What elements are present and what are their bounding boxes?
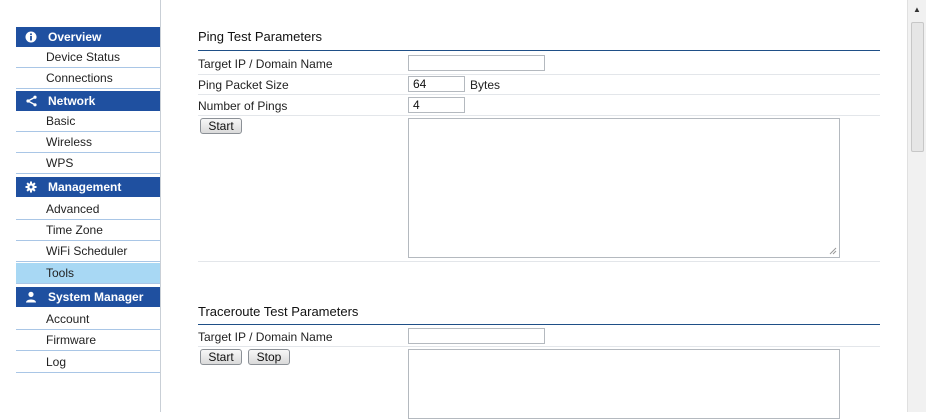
- ping-start-button[interactable]: Start: [200, 118, 242, 134]
- section-divider: [198, 50, 880, 51]
- ping-target-label: Target IP / Domain Name: [198, 57, 333, 71]
- sidebar-item-label: Account: [46, 312, 90, 326]
- sidebar-item-wps[interactable]: WPS: [16, 153, 160, 174]
- ping-size-unit: Bytes: [470, 78, 501, 92]
- ping-count-label: Number of Pings: [198, 99, 288, 113]
- sidebar-item-connections[interactable]: Connections: [16, 68, 160, 89]
- ping-size-label: Ping Packet Size: [198, 78, 289, 92]
- scroll-up-arrow-icon[interactable]: ▲: [908, 0, 926, 18]
- sidebar-item-log[interactable]: Log: [16, 352, 160, 373]
- sidebar-section-overview[interactable]: Overview: [16, 27, 160, 47]
- vertical-scrollbar[interactable]: ▲: [907, 0, 926, 412]
- sidebar-nav: Overview Device Status Connections Netwo…: [0, 0, 161, 412]
- ping-size-input[interactable]: [408, 76, 465, 92]
- sidebar-item-tools[interactable]: Tools: [16, 263, 160, 284]
- gear-icon: [20, 181, 42, 193]
- sidebar-item-label: Connections: [46, 71, 113, 85]
- sidebar-item-label: Wireless: [46, 135, 93, 149]
- main-content: Ping Test Parameters Target IP / Domain …: [160, 0, 908, 419]
- traceroute-target-label: Target IP / Domain Name: [198, 330, 333, 344]
- sidebar-item-label: Basic: [46, 114, 76, 128]
- sidebar-section-network[interactable]: Network: [16, 91, 160, 111]
- sidebar-section-label: Overview: [48, 30, 102, 44]
- resize-grip-icon[interactable]: [829, 247, 837, 255]
- sidebar-item-label: Advanced: [46, 202, 100, 216]
- sidebar-item-label: Firmware: [46, 333, 96, 347]
- sidebar-item-label: Time Zone: [46, 223, 103, 237]
- sidebar-item-label: Tools: [46, 266, 75, 280]
- traceroute-start-button[interactable]: Start: [200, 349, 242, 365]
- sidebar-section-label: Network: [48, 94, 96, 108]
- sidebar-item-label: WiFi Scheduler: [46, 244, 128, 258]
- ping-count-input[interactable]: [408, 97, 465, 113]
- sidebar-section-label: System Manager: [48, 290, 144, 304]
- row-divider: [198, 261, 880, 262]
- sidebar-item-account[interactable]: Account: [16, 309, 160, 330]
- info-icon: [20, 31, 42, 43]
- ping-target-input[interactable]: [408, 55, 545, 71]
- traceroute-output-textarea[interactable]: [408, 349, 840, 419]
- sidebar-item-time-zone[interactable]: Time Zone: [16, 220, 160, 241]
- share-icon: [20, 95, 42, 107]
- row-divider: [198, 115, 880, 116]
- traceroute-section-title: Traceroute Test Parameters: [198, 304, 359, 319]
- traceroute-target-input[interactable]: [408, 328, 545, 344]
- section-divider: [198, 324, 880, 325]
- scrollbar-thumb[interactable]: [911, 22, 924, 152]
- sidebar-item-device-status[interactable]: Device Status: [16, 47, 160, 68]
- sidebar-item-basic[interactable]: Basic: [16, 111, 160, 132]
- sidebar-item-label: WPS: [46, 156, 74, 170]
- ping-section-title: Ping Test Parameters: [198, 29, 323, 44]
- user-icon: [20, 291, 42, 303]
- sidebar-item-label: Device Status: [46, 50, 121, 64]
- ping-output-textarea[interactable]: [408, 118, 840, 258]
- row-divider: [198, 74, 880, 75]
- traceroute-stop-button[interactable]: Stop: [248, 349, 290, 365]
- row-divider: [198, 346, 880, 347]
- sidebar-section-system-manager[interactable]: System Manager: [16, 287, 160, 307]
- sidebar-section-management[interactable]: Management: [16, 177, 160, 197]
- sidebar-item-wifi-scheduler[interactable]: WiFi Scheduler: [16, 241, 160, 262]
- sidebar-item-label: Log: [46, 355, 67, 369]
- sidebar-item-firmware[interactable]: Firmware: [16, 330, 160, 351]
- sidebar-item-advanced[interactable]: Advanced: [16, 199, 160, 220]
- sidebar-item-wireless[interactable]: Wireless: [16, 132, 160, 153]
- row-divider: [198, 94, 880, 95]
- sidebar-section-label: Management: [48, 180, 122, 194]
